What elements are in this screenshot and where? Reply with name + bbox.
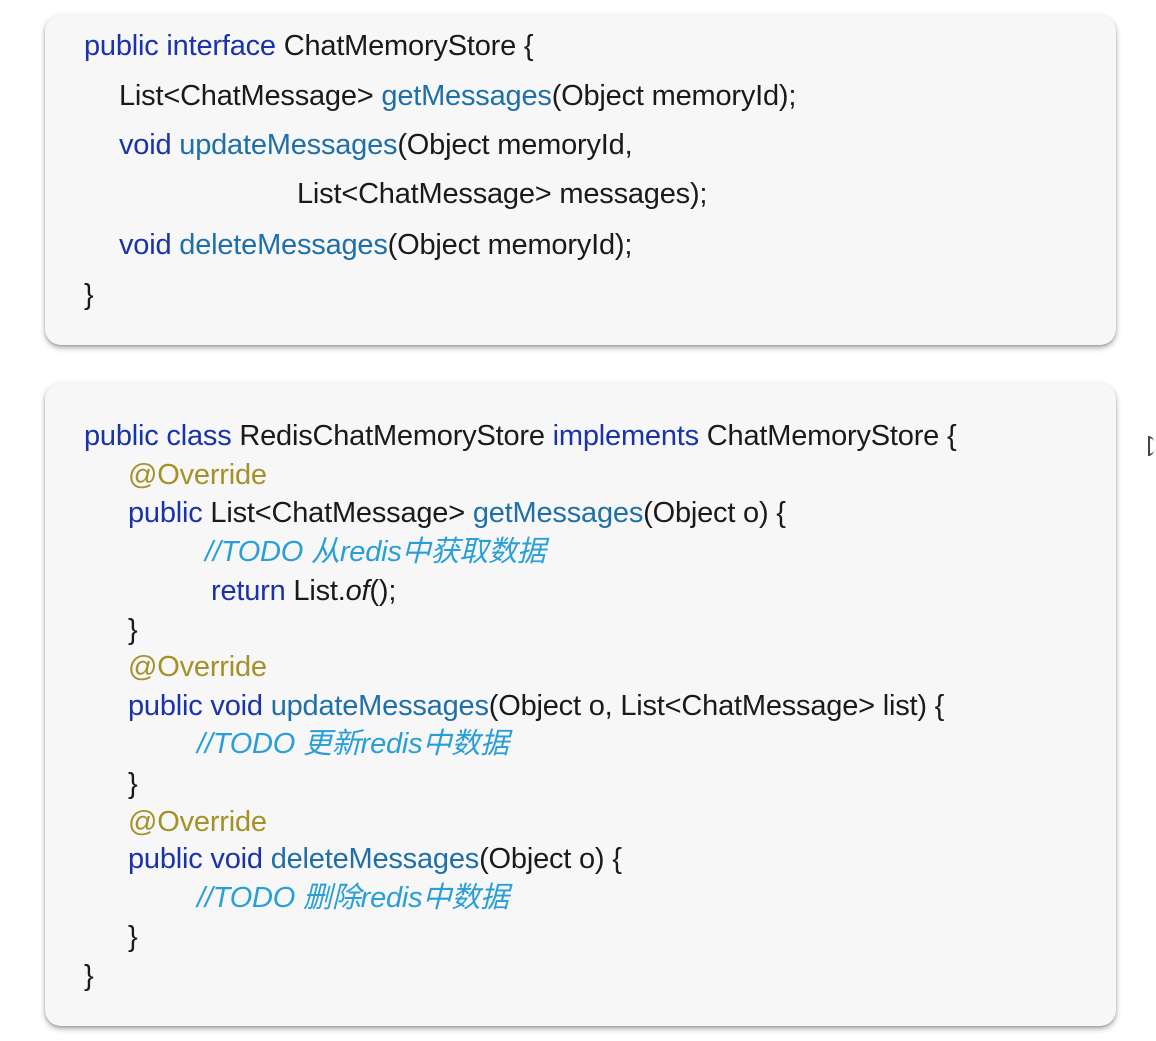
comment: //TODO 从redis中获取数据 <box>205 536 546 568</box>
annotation: @Override <box>128 651 267 683</box>
keyword: public interface <box>84 30 276 62</box>
closing-brace: } <box>128 766 138 802</box>
method-args: List<ChatMessage> messages); <box>297 178 708 210</box>
cursor-icon <box>1148 436 1154 456</box>
closing-brace: } <box>128 919 138 955</box>
keyword: return <box>211 575 286 607</box>
brace: } <box>128 614 138 646</box>
get-messages-signature: List<ChatMessage> getMessages(Object mem… <box>119 78 796 114</box>
keyword: public void <box>128 690 271 722</box>
keyword: public class <box>84 420 232 452</box>
update-messages-continuation: List<ChatMessage> messages); <box>297 176 707 212</box>
return-statement: return List.of(); <box>211 573 396 609</box>
delete-messages-method: public void deleteMessages(Object o) { <box>128 841 622 877</box>
class-closing-brace: } <box>84 958 94 994</box>
todo-comment: //TODO 更新redis中数据 <box>197 726 509 762</box>
todo-comment: //TODO 从redis中获取数据 <box>205 534 546 570</box>
method-name: deleteMessages <box>179 229 388 261</box>
method-name: getMessages <box>472 497 644 529</box>
keyword: implements <box>552 420 699 452</box>
method-name: updateMessages <box>270 690 489 722</box>
keyword: public <box>128 497 203 529</box>
closing-brace: } <box>128 612 138 648</box>
method-name: getMessages <box>381 80 552 112</box>
method-args: (Object memoryId); <box>387 229 633 261</box>
closing-brace: } <box>84 277 94 313</box>
brace: } <box>84 279 94 311</box>
class-name: RedisChatMemoryStore <box>231 420 553 452</box>
method-args: (Object memoryId, <box>397 129 633 161</box>
method-args: (Object o) { <box>479 843 622 875</box>
return-type: List<ChatMessage> <box>202 497 473 529</box>
delete-messages-signature: void deleteMessages(Object memoryId); <box>119 227 632 263</box>
return-type: List<ChatMessage> <box>119 80 382 112</box>
annotation: @Override <box>128 459 267 491</box>
comment: //TODO 更新redis中数据 <box>197 728 509 760</box>
method-args: (Object o, List<ChatMessage> list) { <box>488 690 945 722</box>
method-name: updateMessages <box>179 129 398 161</box>
keyword: public void <box>128 843 271 875</box>
override-annotation: @Override <box>128 649 267 685</box>
override-annotation: @Override <box>128 457 267 493</box>
brace: } <box>84 960 94 992</box>
annotation: @Override <box>128 806 267 838</box>
method-args: (Object o) { <box>643 497 786 529</box>
brace: } <box>128 768 138 800</box>
keyword: void <box>119 129 180 161</box>
code-text: (); <box>369 575 397 607</box>
method-args: (Object memoryId); <box>551 80 797 112</box>
keyword: void <box>119 229 180 261</box>
code-text: List. <box>285 575 346 607</box>
interface-declaration-line: public interface ChatMemoryStore { <box>84 28 534 64</box>
interface-name: ChatMemoryStore { <box>275 30 534 62</box>
comment: //TODO 删除redis中数据 <box>197 882 509 914</box>
method-name: deleteMessages <box>270 843 480 875</box>
interface-name: ChatMemoryStore { <box>698 420 957 452</box>
class-declaration-line: public class RedisChatMemoryStore implem… <box>84 418 957 454</box>
override-annotation: @Override <box>128 804 267 840</box>
brace: } <box>128 921 138 953</box>
get-messages-method: public List<ChatMessage> getMessages(Obj… <box>128 495 786 531</box>
todo-comment: //TODO 删除redis中数据 <box>197 880 509 916</box>
method-call: of <box>345 575 370 607</box>
update-messages-signature: void updateMessages(Object memoryId, <box>119 127 633 163</box>
update-messages-method: public void updateMessages(Object o, Lis… <box>128 688 944 724</box>
